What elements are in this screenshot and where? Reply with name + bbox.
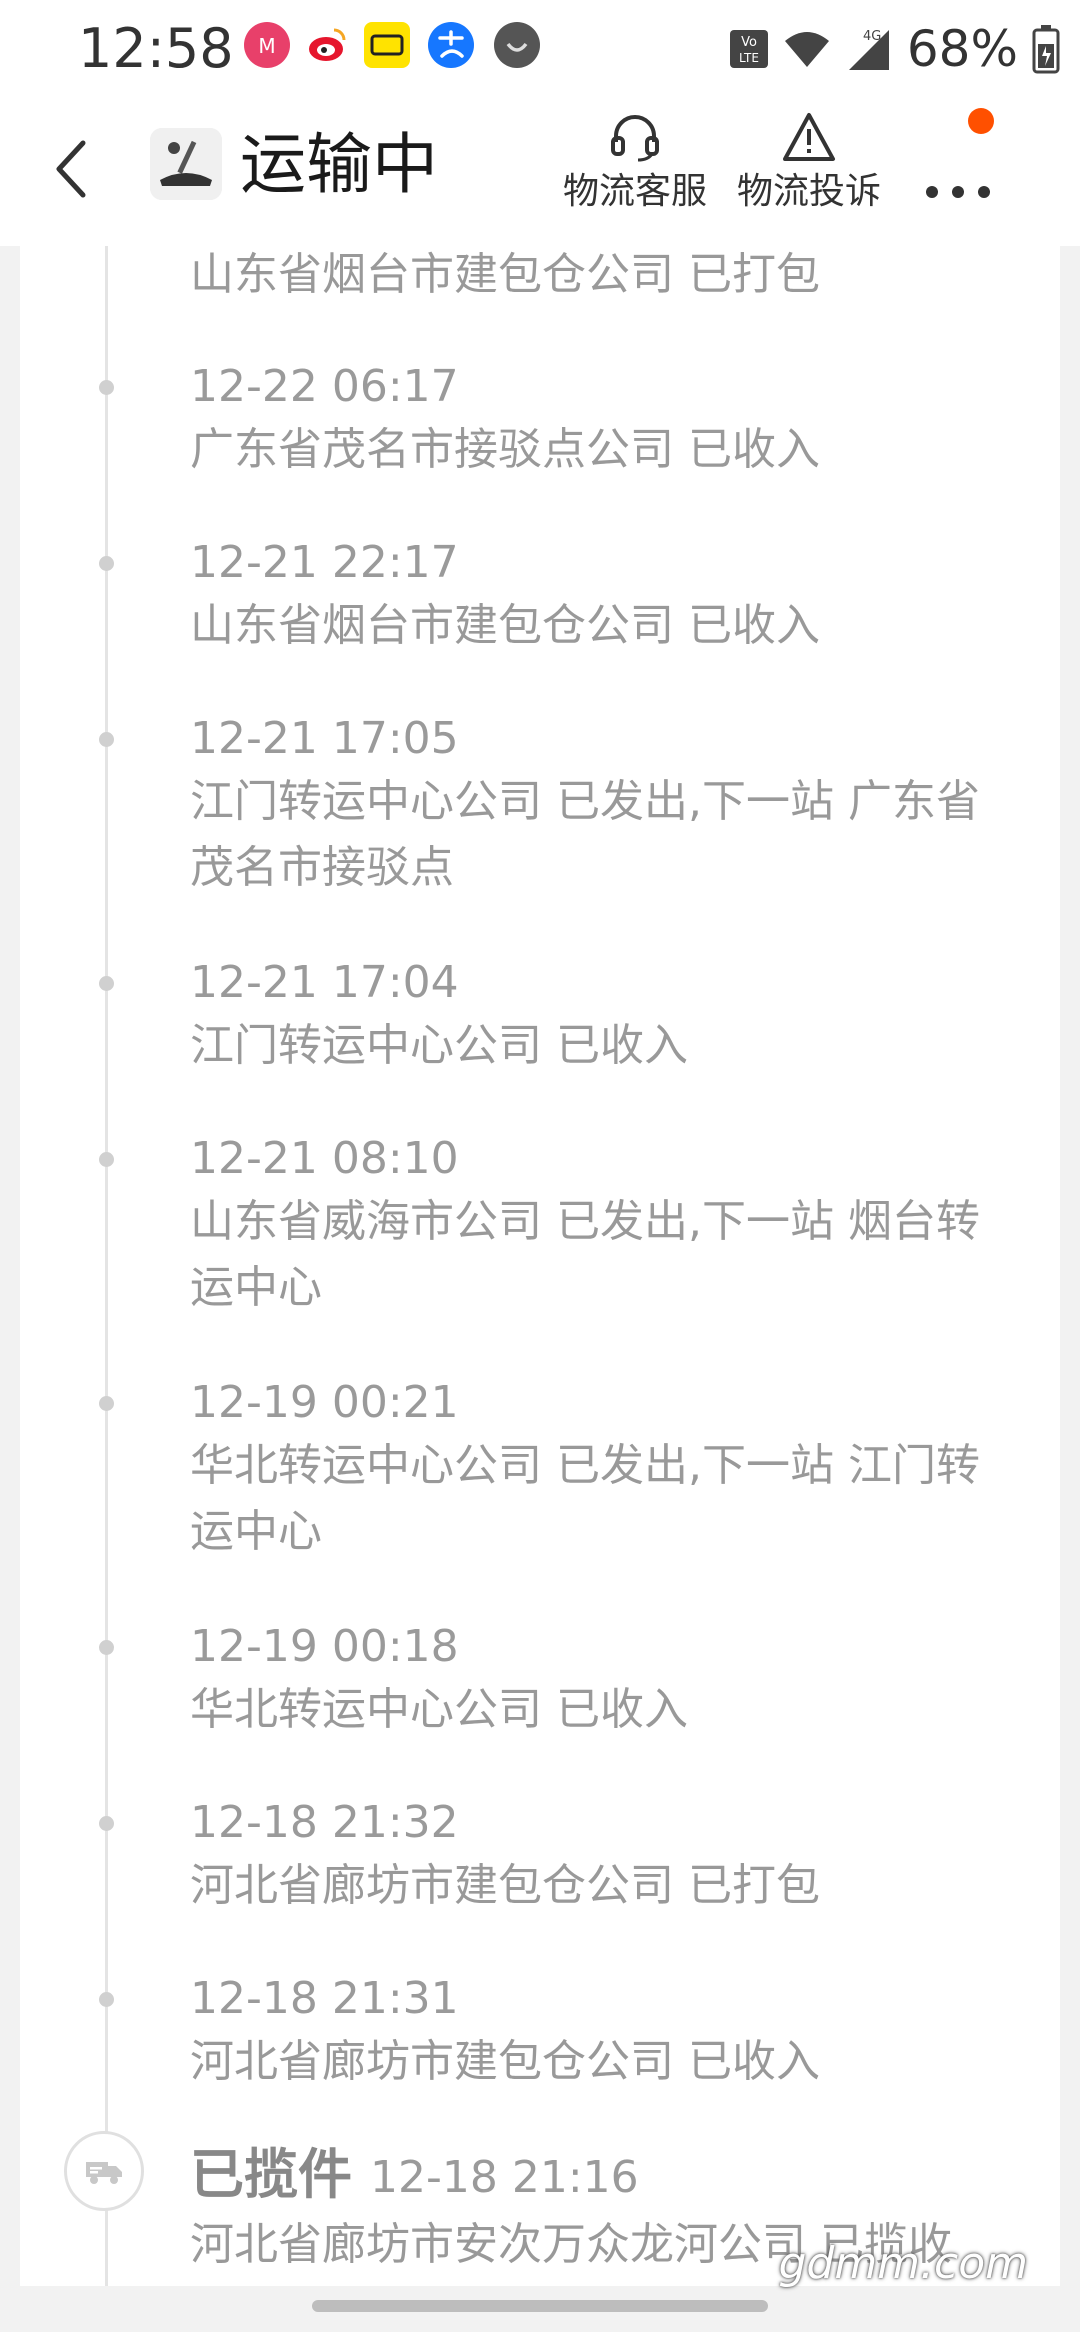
- svg-text:4G: 4G: [863, 29, 881, 44]
- svg-text:M: M: [258, 34, 275, 58]
- timeline-dot: [99, 1992, 114, 2007]
- more-button[interactable]: [918, 132, 998, 212]
- timeline-dot: [99, 1640, 114, 1655]
- watermark: gdmm.com: [778, 2238, 1028, 2289]
- entry-description: 河北省廊坊市建包仓公司 已打包: [190, 1860, 820, 1911]
- warning-icon: [783, 113, 835, 161]
- volte-icon: Vo LTE: [729, 30, 768, 68]
- entry-description: 江门转运中心公司 已发出,下一站 广东省茂名市接驳点: [190, 776, 980, 893]
- page-title: 运输中: [240, 126, 438, 203]
- weibo-icon: [304, 22, 350, 68]
- headset-icon: [611, 115, 659, 162]
- back-button[interactable]: [36, 134, 106, 204]
- timeline-dot: [99, 976, 114, 991]
- timeline-dot: [99, 732, 114, 747]
- entry-time: 12-18 21:32: [190, 1797, 459, 1848]
- pickup-status-title: 已揽件: [190, 2143, 352, 2206]
- entry-time: 12-21 08:10: [190, 1133, 459, 1184]
- svg-text:Vo: Vo: [741, 35, 757, 50]
- more-dots-icon: [926, 186, 990, 198]
- product-image-icon: [150, 128, 222, 200]
- svg-text:LTE: LTE: [739, 51, 759, 65]
- timeline-dot: [99, 1396, 114, 1411]
- timeline-dot: [99, 556, 114, 571]
- logistics-service-label: 物流客服: [562, 171, 707, 212]
- truck-icon: [86, 2162, 122, 2184]
- battery-percent: 68%: [906, 20, 1018, 78]
- entry-description: 华北转运中心公司 已发出,下一站 江门转运中心: [190, 1440, 980, 1557]
- entry-time: 12-18 21:31: [190, 1973, 459, 2024]
- meitu-icon: M: [244, 22, 290, 68]
- entry-description: 江门转运中心公司 已收入: [190, 1020, 688, 1071]
- home-indicator[interactable]: [312, 2300, 768, 2312]
- entry-description: 广东省茂名市接驳点公司 已收入: [190, 424, 820, 475]
- timeline-dot: [99, 380, 114, 395]
- alipay-icon: [428, 22, 474, 68]
- entry-description: 华北转运中心公司 已收入: [190, 1684, 688, 1735]
- entry-description: 山东省威海市公司 已发出,下一站 烟台转运中心: [190, 1196, 980, 1313]
- entry-description: 山东省烟台市建包仓公司 已收入: [190, 600, 820, 651]
- pickup-status-time: 12-18 21:16: [370, 2152, 639, 2203]
- notification-badge: [968, 108, 994, 134]
- timeline-dot: [99, 1152, 114, 1167]
- pickup-status-icon-wrap: [64, 2131, 144, 2211]
- logistics-service-button[interactable]: 物流客服: [550, 106, 720, 216]
- battery-icon: [1032, 25, 1060, 74]
- entry-time: 12-19 00:18: [190, 1621, 459, 1672]
- logistics-complaint-button[interactable]: 物流投诉: [724, 106, 894, 216]
- entry-description: 河北省廊坊市建包仓公司 已收入: [190, 2036, 820, 2087]
- entry-time: 12-19 00:21: [190, 1377, 459, 1428]
- screen: 12:58 M Vo LTE 4G 68% 运输中 物流客服 物流投诉 山东省烟…: [0, 0, 1080, 2332]
- status-time: 12:58: [78, 17, 234, 80]
- entry-time: 12-21 22:17: [190, 537, 459, 588]
- timeline-line: [105, 246, 108, 2286]
- product-thumbnail[interactable]: [150, 128, 222, 200]
- timeline-dot: [99, 1816, 114, 1831]
- header: 运输中 物流客服 物流投诉: [0, 96, 1080, 246]
- logistics-complaint-label: 物流投诉: [736, 171, 881, 212]
- status-bar: 12:58 M Vo LTE 4G 68%: [0, 0, 1080, 96]
- entry-time: 12-22 06:17: [190, 361, 459, 412]
- entry-time: 12-21 17:05: [190, 713, 459, 764]
- status-indicators: Vo LTE 4G 68%: [729, 14, 1060, 84]
- app-icon-grey: [494, 22, 540, 68]
- entry-description: 山东省烟台市建包仓公司 已打包: [190, 249, 820, 300]
- cellular-signal-icon: 4G: [848, 29, 889, 70]
- chevron-left-icon: [56, 140, 86, 198]
- entry-time: 12-21 17:04: [190, 957, 459, 1008]
- xianyu-icon: [364, 22, 410, 68]
- wifi-icon: [784, 32, 829, 67]
